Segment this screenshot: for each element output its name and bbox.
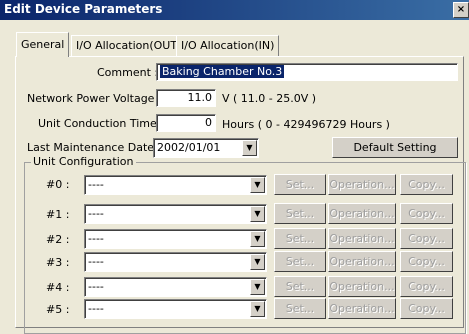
unit-combo-value: ---- (88, 232, 104, 245)
title-bar: Edit Device Parameters × (0, 0, 469, 20)
copy-button[interactable]: Copy... (400, 228, 453, 249)
chevron-down-icon[interactable]: ▼ (242, 140, 257, 156)
chevron-down-icon[interactable]: ▼ (250, 301, 265, 317)
chevron-down-icon[interactable]: ▼ (250, 177, 265, 193)
voltage-range-label: V ( 11.0 - 25.0V ) (222, 92, 317, 105)
unit-combo-value: ---- (88, 302, 104, 315)
tab-io-allocation-out[interactable]: I/O Allocation(OUT) (71, 35, 187, 57)
maintenance-label: Last Maintenance Date : (27, 141, 162, 154)
window-title: Edit Device Parameters (4, 2, 163, 16)
set-button[interactable]: Set... (274, 276, 326, 297)
unit-row-label: #2 : (46, 233, 70, 246)
operation-button[interactable]: Operation... (328, 298, 396, 319)
chevron-down-icon[interactable]: ▼ (250, 254, 265, 270)
unit-combo-value: ---- (88, 207, 104, 220)
chevron-down-icon[interactable]: ▼ (250, 279, 265, 295)
maintenance-date-value: 2002/01/01 (157, 141, 221, 154)
maintenance-date-picker[interactable]: 2002/01/01 ▼ (153, 138, 259, 158)
comment-label: Comment : (97, 66, 159, 79)
conduction-range-label: Hours ( 0 - 429496729 Hours ) (222, 118, 390, 131)
unit-combo-value: ---- (88, 178, 104, 191)
copy-button[interactable]: Copy... (400, 251, 453, 272)
operation-button[interactable]: Operation... (328, 203, 396, 224)
voltage-label: Network Power Voltage : (27, 92, 162, 105)
copy-button[interactable]: Copy... (400, 203, 453, 224)
tab-general[interactable]: General (16, 32, 70, 57)
unit-row-label: #4 : (46, 281, 70, 294)
set-button[interactable]: Set... (274, 174, 326, 195)
comment-value: Baking Chamber No.3 (160, 65, 285, 78)
chevron-down-icon[interactable]: ▼ (250, 231, 265, 247)
comment-field[interactable]: Baking Chamber No.3 (156, 63, 458, 81)
unit-combo[interactable]: ---- ▼ (84, 229, 267, 249)
unit-combo[interactable]: ---- ▼ (84, 277, 267, 297)
copy-button[interactable]: Copy... (400, 276, 453, 297)
unit-combo[interactable]: ---- ▼ (84, 204, 267, 224)
operation-button[interactable]: Operation... (328, 251, 396, 272)
operation-button[interactable]: Operation... (328, 228, 396, 249)
conduction-time-field[interactable]: 0 (156, 114, 216, 132)
set-button[interactable]: Set... (274, 203, 326, 224)
set-button[interactable]: Set... (274, 251, 326, 272)
unit-row-label: #1 : (46, 208, 70, 221)
unit-row-label: #0 : (46, 178, 70, 191)
copy-button[interactable]: Copy... (400, 298, 453, 319)
set-button[interactable]: Set... (274, 228, 326, 249)
unit-combo[interactable]: ---- ▼ (84, 175, 267, 195)
unit-combo-value: ---- (88, 280, 104, 293)
unit-combo-value: ---- (88, 255, 104, 268)
unit-combo[interactable]: ---- ▼ (84, 252, 267, 272)
set-button[interactable]: Set... (274, 298, 326, 319)
chevron-down-icon[interactable]: ▼ (250, 206, 265, 222)
voltage-field[interactable]: 11.0 (156, 89, 216, 107)
unit-combo[interactable]: ---- ▼ (84, 299, 267, 319)
conduction-label: Unit Conduction Time : (38, 117, 164, 130)
tab-io-allocation-in[interactable]: I/O Allocation(IN) (176, 35, 280, 57)
unit-row-label: #3 : (46, 256, 70, 269)
default-setting-button[interactable]: Default Setting (332, 137, 458, 158)
unit-row-label: #5 : (46, 303, 70, 316)
operation-button[interactable]: Operation... (328, 276, 396, 297)
operation-button[interactable]: Operation... (328, 174, 396, 195)
copy-button[interactable]: Copy... (400, 174, 453, 195)
close-icon[interactable]: × (453, 2, 469, 18)
unit-configuration-label: Unit Configuration (31, 155, 136, 168)
